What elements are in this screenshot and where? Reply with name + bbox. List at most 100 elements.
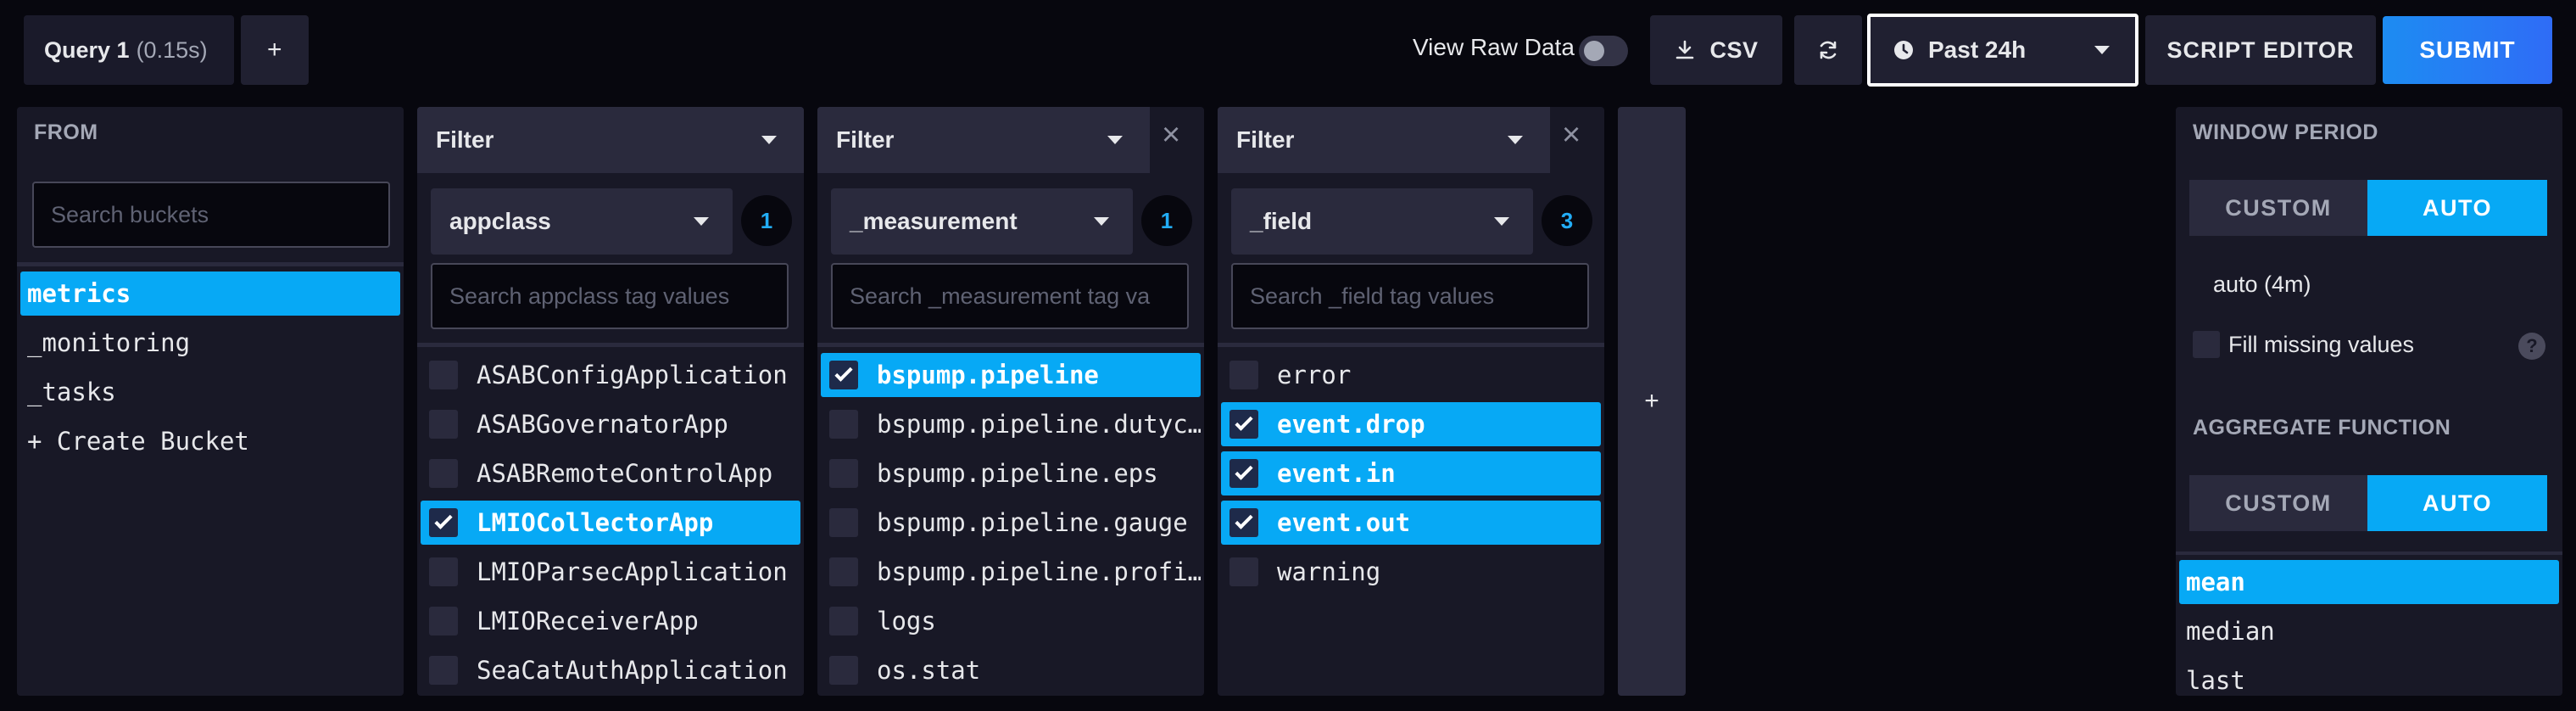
checkbox[interactable] [429, 557, 458, 586]
checkbox[interactable] [829, 508, 858, 537]
aggregate-function-item[interactable]: median [2179, 609, 2559, 653]
from-title: FROM [34, 120, 98, 144]
tag-value-label: LMIOParsecApplication [477, 557, 788, 586]
csv-label: CSV [1709, 36, 1759, 63]
tag-value-item[interactable]: logs [821, 599, 1201, 643]
filter-panel-field: Filter × _field 3 Search _field tag valu… [1218, 107, 1604, 696]
tag-value-item[interactable]: bspump.pipeline.profi… [821, 550, 1201, 594]
tag-value-label: os.stat [877, 656, 981, 685]
refresh-button[interactable] [1794, 15, 1862, 85]
tag-value-item[interactable]: ASABGovernatorApp [421, 402, 800, 446]
tag-value-label: ASABGovernatorApp [477, 410, 728, 439]
divider [417, 343, 804, 347]
bucket-item-metrics[interactable]: metrics [20, 272, 400, 316]
aggregate-function-title: AGGREGATE FUNCTION [2193, 416, 2451, 439]
close-icon[interactable]: × [1562, 117, 1581, 154]
checkbox[interactable] [829, 410, 858, 439]
tag-value-item[interactable]: warning [1221, 550, 1601, 594]
csv-button[interactable]: CSV [1650, 15, 1782, 85]
checkbox[interactable] [1229, 557, 1258, 586]
from-panel: FROM Search buckets metrics _monitoring … [17, 107, 404, 696]
refresh-icon [1820, 41, 1837, 59]
checkbox[interactable] [429, 410, 458, 439]
aggregate-toggle: CUSTOM AUTO [2189, 475, 2547, 531]
submit-button[interactable]: SUBMIT [2383, 16, 2552, 84]
selected-count-badge: 1 [1141, 195, 1192, 246]
tag-value-item[interactable]: ASABConfigApplication [421, 353, 800, 397]
tag-key-dropdown[interactable]: _field [1231, 188, 1533, 255]
bucket-search-input[interactable]: Search buckets [32, 182, 390, 248]
time-range-value: Past 24h [1928, 36, 2027, 63]
tag-value-item[interactable]: os.stat [821, 648, 1201, 692]
tag-value-item[interactable]: bspump.pipeline [821, 353, 1201, 397]
tag-value-label: bspump.pipeline.eps [877, 459, 1158, 488]
time-range-dropdown[interactable]: Past 24h [1867, 14, 2138, 87]
filter-function-label: Filter [1236, 126, 1295, 153]
checkbox[interactable] [429, 607, 458, 635]
query-tab-time: (0.15s) [136, 36, 208, 63]
tag-value-item[interactable]: event.out [1221, 501, 1601, 545]
tag-value-label: bspump.pipeline.dutyc… [877, 410, 1201, 439]
query-tab[interactable]: Query 1 (0.15s) [24, 15, 234, 85]
tag-value-item[interactable]: ASABRemoteControlApp [421, 451, 800, 495]
check-icon [1235, 511, 1253, 529]
checkbox-checked[interactable] [829, 361, 858, 389]
tag-value-item[interactable]: SeaCatAuthApplication [421, 648, 800, 692]
tag-value-label: bspump.pipeline.profi… [877, 557, 1201, 586]
tag-value-item[interactable]: bspump.pipeline.gauge [821, 501, 1201, 545]
checkbox[interactable] [429, 361, 458, 389]
checkbox[interactable] [2193, 331, 2220, 358]
help-icon[interactable]: ? [2518, 333, 2545, 360]
check-icon [1235, 412, 1253, 431]
filter-panel-appclass: Filter appclass 1 Search appclass tag va… [417, 107, 804, 696]
tag-key-dropdown[interactable]: _measurement [831, 188, 1133, 255]
checkbox[interactable] [829, 459, 858, 488]
checkbox[interactable] [829, 656, 858, 685]
aggregate-function-item[interactable]: last [2179, 658, 2559, 696]
add-query-button[interactable]: + [241, 15, 309, 85]
tag-value-search-input[interactable]: Search appclass tag values [431, 263, 789, 329]
tag-value-item[interactable]: LMIOParsecApplication [421, 550, 800, 594]
tag-value-item[interactable]: error [1221, 353, 1601, 397]
tag-value-item[interactable]: event.drop [1221, 402, 1601, 446]
aggregate-custom-button[interactable]: CUSTOM [2189, 475, 2367, 531]
bucket-item-tasks[interactable]: _tasks [20, 370, 400, 414]
checkbox-checked[interactable] [1229, 410, 1258, 439]
checkbox[interactable] [429, 459, 458, 488]
filter-function-dropdown[interactable]: Filter [417, 107, 804, 173]
tag-value-label: ASABConfigApplication [477, 361, 788, 389]
checkbox[interactable] [1229, 361, 1258, 389]
tag-key-label: _measurement [850, 208, 1018, 234]
tag-value-item[interactable]: bspump.pipeline.dutyc… [821, 402, 1201, 446]
tag-value-search-input[interactable]: Search _field tag values [1231, 263, 1589, 329]
tag-value-item[interactable]: event.in [1221, 451, 1601, 495]
aggregate-function-item[interactable]: mean [2179, 560, 2559, 604]
view-raw-data-label: View Raw Data [1413, 34, 1575, 60]
window-custom-button[interactable]: CUSTOM [2189, 180, 2367, 236]
create-bucket-link[interactable]: + Create Bucket [20, 419, 400, 463]
window-auto-button[interactable]: AUTO [2367, 180, 2547, 236]
tag-value-label: error [1277, 361, 1352, 389]
bucket-item-monitoring[interactable]: _monitoring [20, 321, 400, 365]
script-editor-button[interactable]: SCRIPT EDITOR [2145, 15, 2376, 85]
filter-function-dropdown[interactable]: Filter [817, 107, 1150, 173]
close-icon[interactable]: × [1162, 117, 1180, 154]
tag-value-label: warning [1277, 557, 1381, 586]
tag-value-item[interactable]: LMIOReceiverApp [421, 599, 800, 643]
tag-value-item[interactable]: bspump.pipeline.eps [821, 451, 1201, 495]
checkbox-checked[interactable] [429, 508, 458, 537]
add-filter-button[interactable]: + [1618, 107, 1686, 696]
tag-key-dropdown[interactable]: appclass [431, 188, 733, 255]
chevron-down-icon [1094, 217, 1109, 226]
view-raw-data-toggle[interactable] [1579, 36, 1628, 66]
checkbox[interactable] [829, 607, 858, 635]
tag-value-search-input[interactable]: Search _measurement tag va [831, 263, 1189, 329]
filter-function-dropdown[interactable]: Filter [1218, 107, 1550, 173]
checkbox[interactable] [429, 656, 458, 685]
fill-missing-checkbox[interactable]: Fill missing values [2193, 331, 2414, 358]
checkbox-checked[interactable] [1229, 459, 1258, 488]
checkbox[interactable] [829, 557, 858, 586]
aggregate-auto-button[interactable]: AUTO [2367, 475, 2547, 531]
checkbox-checked[interactable] [1229, 508, 1258, 537]
tag-value-item[interactable]: LMIOCollectorApp [421, 501, 800, 545]
